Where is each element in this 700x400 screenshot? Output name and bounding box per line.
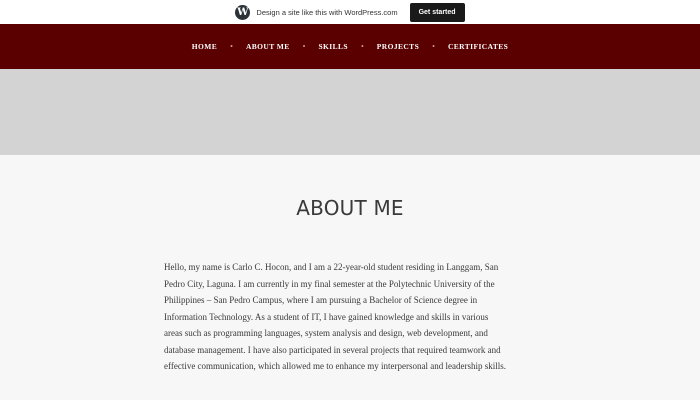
nav-item-about-me[interactable]: ABOUT ME [246,42,290,51]
nav-item-home[interactable]: HOME [192,42,217,51]
get-started-button[interactable]: Get started [409,2,465,22]
wordpress-promo-bar: W Design a site like this with WordPress… [0,0,700,24]
wordpress-promo-text[interactable]: Design a site like this with WordPress.c… [256,8,397,17]
page-title: ABOUT ME [296,196,404,220]
about-paragraph: Hello, my name is Carlo C. Hocon, and I … [164,262,506,371]
nav-separator: • [432,41,435,51]
nav-item-certificates[interactable]: CERTIFICATES [448,42,508,51]
nav-item-projects[interactable]: PROJECTS [377,42,419,51]
main-navigation: HOME • ABOUT ME • SKILLS • PROJECTS • CE… [0,24,700,69]
main-content: ABOUT ME Hello, my name is Carlo C. Hoco… [0,155,700,400]
wordpress-logo-icon[interactable]: W [235,4,251,20]
nav-separator: • [302,41,306,51]
nav-separator: • [230,41,233,51]
nav-item-skills[interactable]: SKILLS [318,42,348,51]
header-image-area [0,69,700,155]
nav-separator: • [360,41,364,51]
